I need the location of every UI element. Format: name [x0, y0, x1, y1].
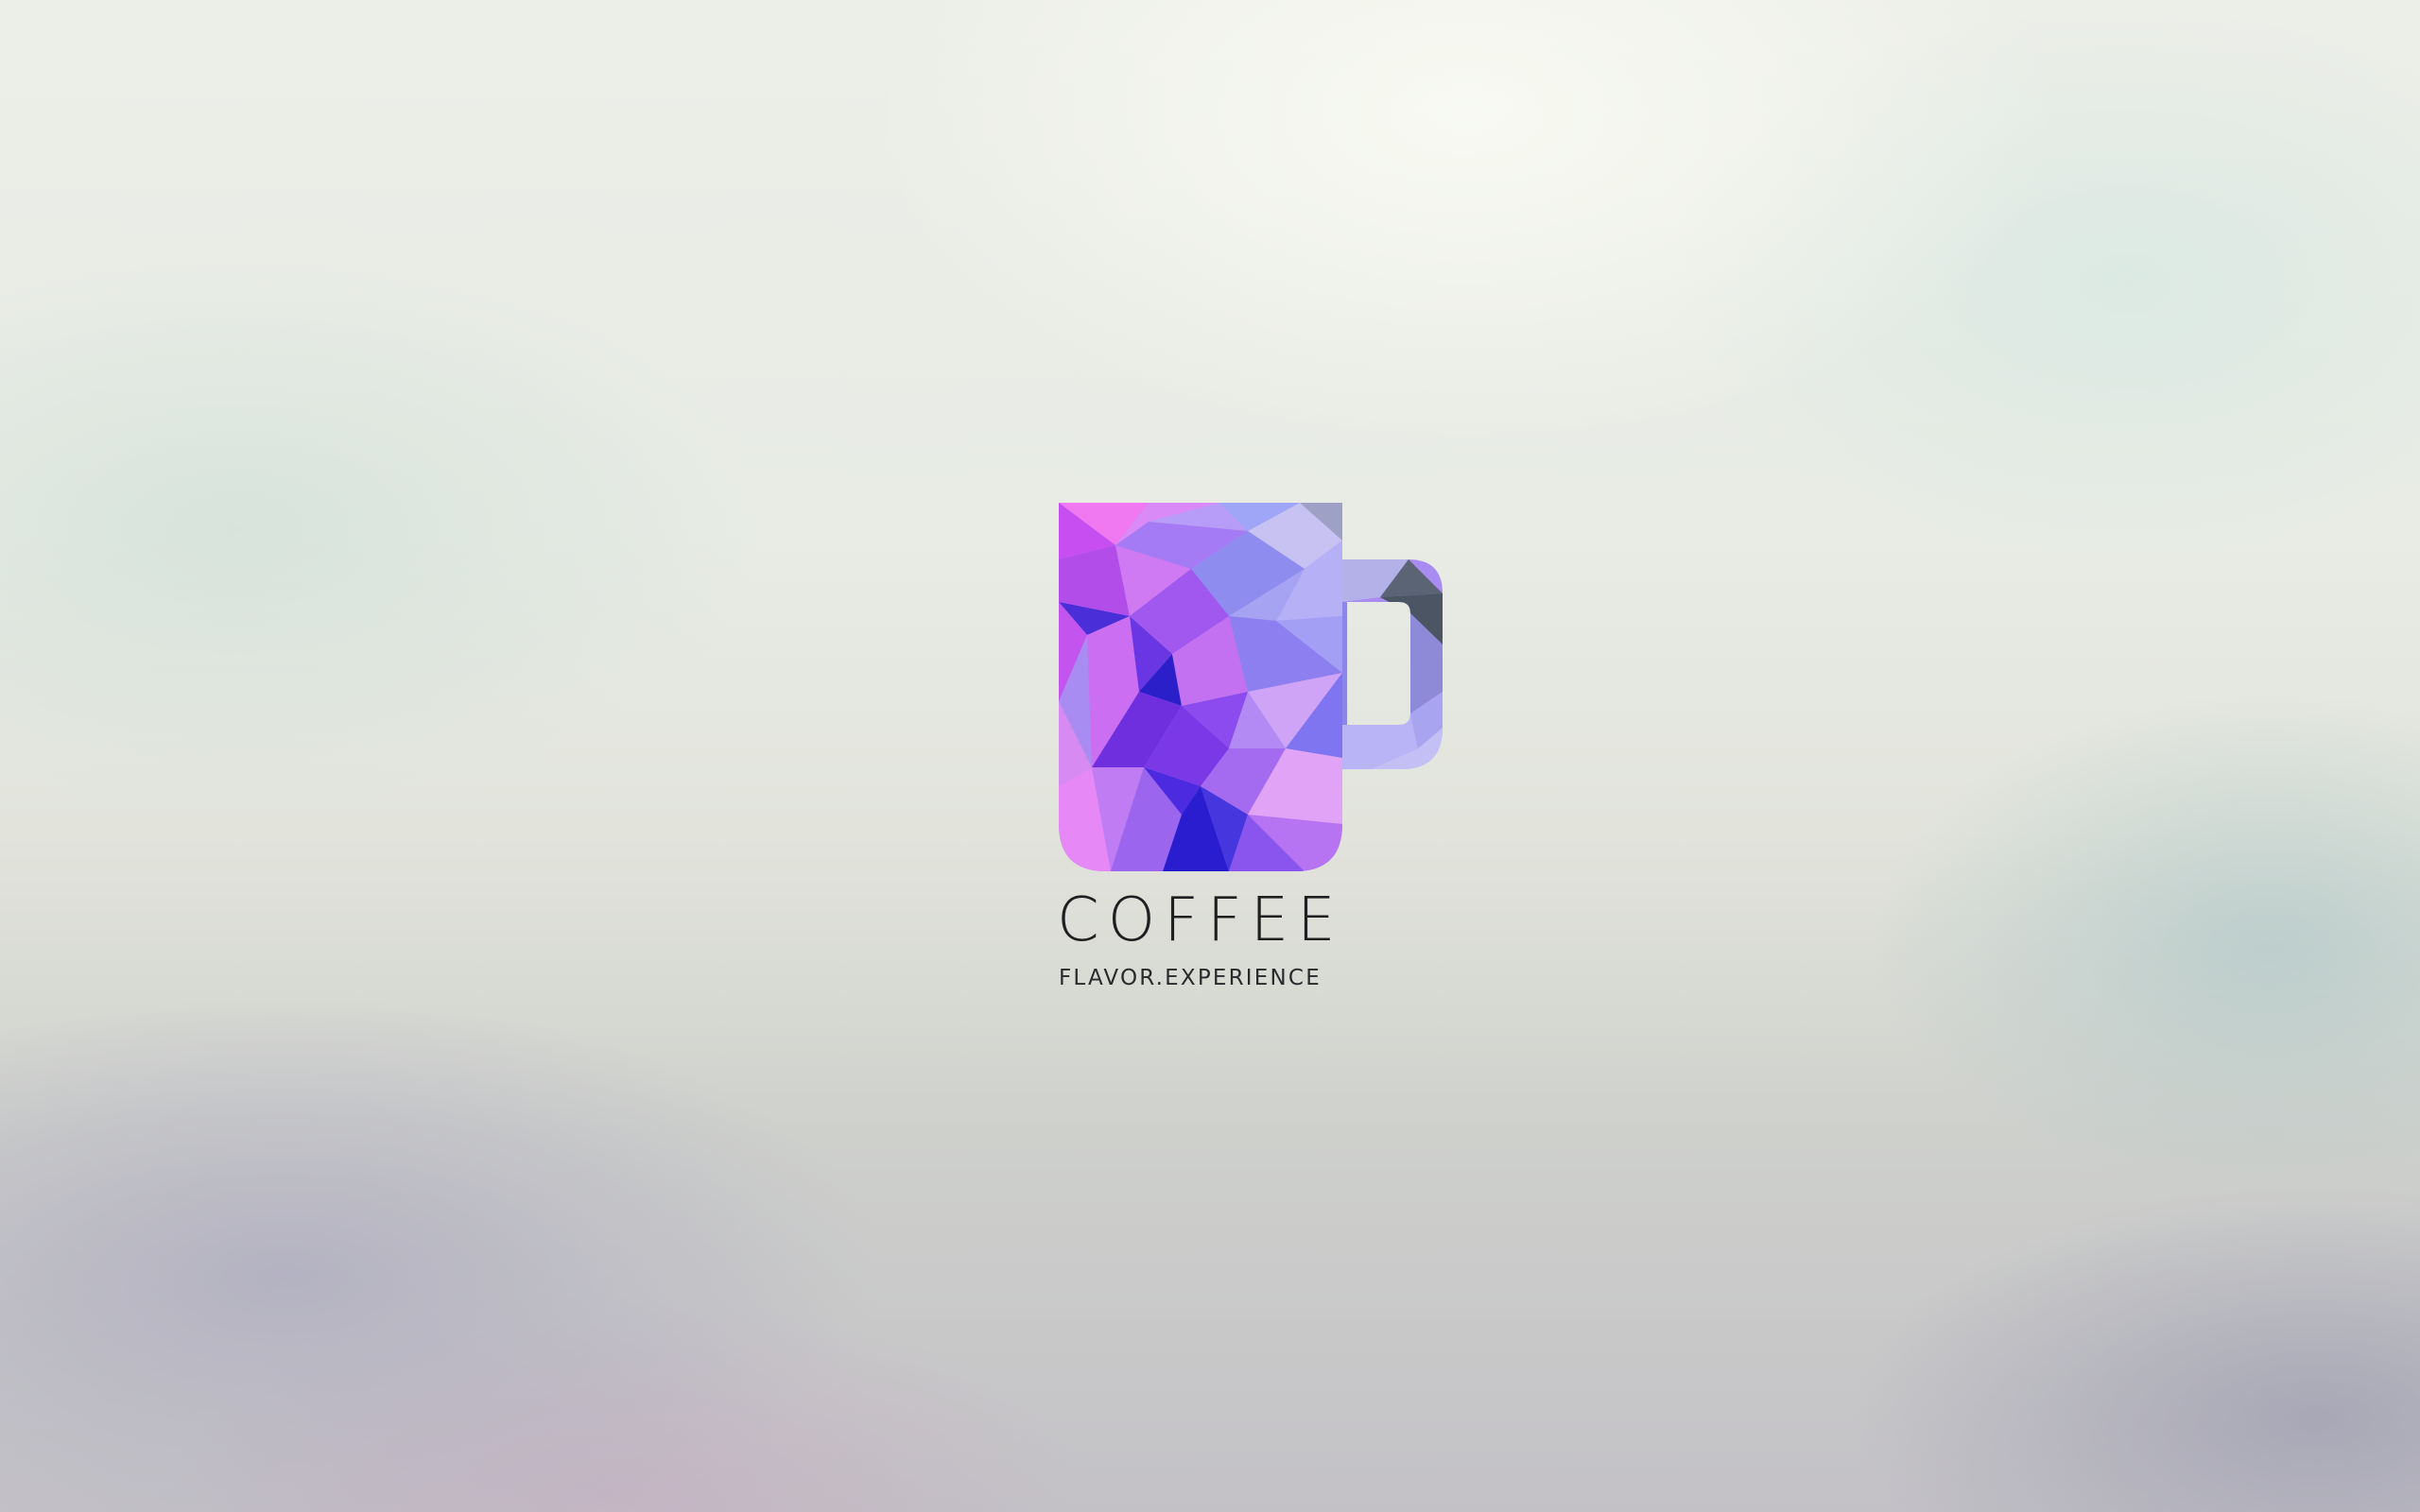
coffee-logo: COFFEE FLAVOR.EXPERIENCE — [1057, 503, 1443, 999]
coffee-mug-icon — [1059, 503, 1443, 871]
brand-name: COFFEE — [1057, 885, 1344, 955]
desktop-wallpaper: COFFEE FLAVOR.EXPERIENCE — [0, 0, 2420, 1512]
brand-tagline: FLAVOR.EXPERIENCE — [1059, 966, 1322, 990]
